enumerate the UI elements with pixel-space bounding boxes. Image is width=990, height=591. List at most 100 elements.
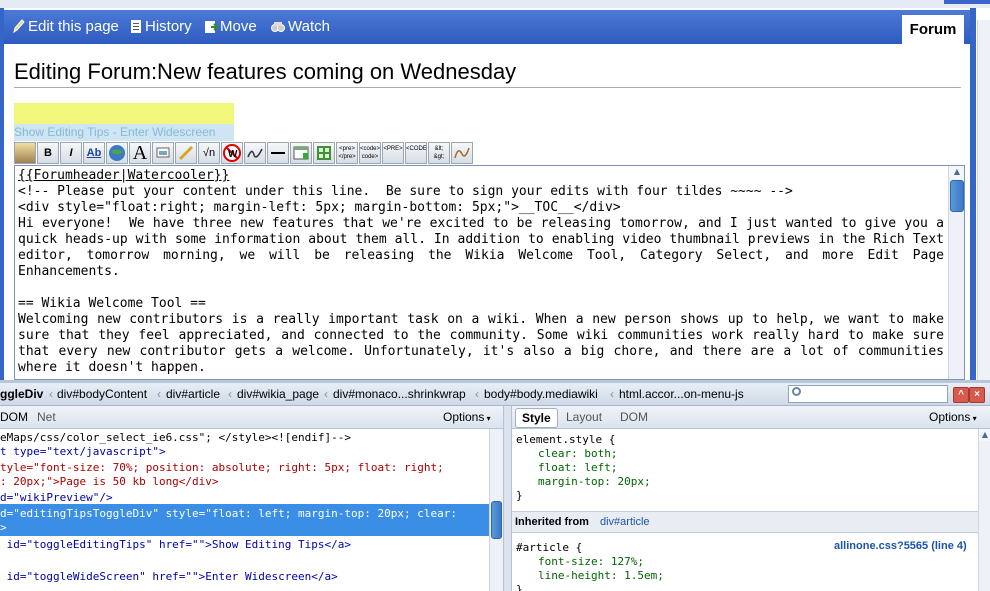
css-brace: } <box>516 489 523 502</box>
breadcrumb-item[interactable]: ggleDiv <box>0 383 43 405</box>
html-line: > <box>0 521 7 534</box>
page-right-border <box>970 8 976 380</box>
html-line[interactable]: : 20px;">Page is 50 kb long</div> <box>0 475 489 489</box>
inherited-link[interactable]: div#article <box>600 512 650 532</box>
scrollbar-thumb[interactable] <box>950 180 964 212</box>
internal-link-button[interactable]: Ab <box>83 142 105 164</box>
watch-label: Watch <box>288 18 330 35</box>
math-formula-button[interactable]: √n <box>198 142 220 164</box>
editor-content[interactable]: {{Forumheader|Watercooler}} <!-- Please p… <box>18 168 944 376</box>
search-input[interactable] <box>788 385 948 403</box>
page-scrollbar[interactable] <box>977 20 990 380</box>
css-selector: element.style { <box>516 433 616 446</box>
scrollbar-thumb[interactable] <box>491 501 502 539</box>
external-link-icon[interactable] <box>106 142 128 164</box>
media-link-icon[interactable] <box>175 142 197 164</box>
italic-button[interactable]: I <box>60 142 82 164</box>
scroll-up-icon[interactable]: ▲ <box>949 166 964 178</box>
editor-line: Hi everyone! We have three new features … <box>18 216 944 279</box>
breadcrumb-item[interactable]: div#bodyContent <box>57 383 147 405</box>
chevron-left-icon: ‹ <box>228 387 232 401</box>
editor-scrollbar[interactable]: ▲ <box>948 166 964 379</box>
html-line[interactable]: tyle="font-size: 70%; position: absolute… <box>0 461 489 475</box>
breadcrumb-item[interactable]: div#article <box>166 383 220 405</box>
html-line[interactable]: id="toggleEditingTips" href="">Show Edit… <box>0 538 489 552</box>
scroll-up-icon[interactable]: ▲ <box>979 429 990 441</box>
highlighted-tips-toggle <box>14 103 234 125</box>
bold-button[interactable]: B <box>37 142 59 164</box>
tab-dom-right[interactable]: DOM <box>620 406 648 428</box>
inherited-label: Inherited from <box>515 516 589 528</box>
gallery-icon[interactable] <box>313 142 335 164</box>
history-link[interactable]: History <box>129 18 192 36</box>
html-tree[interactable]: eMaps/css/color_select_ie6.css"; </style… <box>0 429 489 591</box>
svg-text:W: W <box>228 149 238 160</box>
editor-line: == Wikia Welcome Tool == <box>18 296 206 311</box>
watch-icon <box>271 22 285 32</box>
code-button[interactable]: <code> code> <box>359 142 381 164</box>
css-property[interactable]: line-height: 1.5em; <box>538 569 664 583</box>
pre-alt-button[interactable]: <PRE> <box>382 142 404 164</box>
breadcrumb-item[interactable]: body#body.mediawiki <box>484 383 598 405</box>
chevron-down-icon: ▾ <box>484 414 491 423</box>
selected-html-node[interactable]: d="editingTipsToggleDiv" style="float: l… <box>0 504 489 536</box>
tab-layout[interactable]: Layout <box>566 406 602 428</box>
image-gallery-icon[interactable] <box>14 142 36 164</box>
chevron-left-icon: ‹ <box>610 387 614 401</box>
embedded-file-icon[interactable] <box>152 142 174 164</box>
firebug-panel: ggleDiv ‹ div#bodyContent ‹ div#article … <box>0 380 990 591</box>
html-line[interactable]: t type="text/javascript"> <box>0 445 489 459</box>
signature-icon[interactable] <box>244 142 266 164</box>
css-property[interactable]: font-size: 127%; <box>538 555 644 569</box>
minimize-icon[interactable]: ^ <box>953 387 969 403</box>
tab-forum[interactable]: Forum <box>902 15 964 44</box>
editing-tips-toggle[interactable]: Show Editing Tips - Enter Widescreen <box>14 124 234 141</box>
options-menu[interactable]: Options ▾ <box>929 406 977 430</box>
tab-net[interactable]: Net <box>37 406 56 428</box>
page-actions-bar: Edit this page History Move Watch <box>4 10 970 44</box>
breadcrumb-item[interactable]: div#monaco...shrinkwrap <box>333 383 466 405</box>
page-left-border <box>0 8 4 380</box>
editor-line: <!-- Please put your content under this … <box>18 184 793 199</box>
html-scrollbar[interactable] <box>489 429 503 591</box>
style-panel: Style Layout DOM Options ▾ element.style… <box>512 406 990 591</box>
pre-button[interactable]: <pre> </pre> <box>336 142 358 164</box>
css-source-link[interactable]: allinone.css?5565 (line 4) <box>834 539 967 553</box>
move-icon <box>205 21 218 33</box>
nowiki-icon[interactable]: W <box>221 142 243 164</box>
editor-line: {{Forumheader|Watercooler}} <box>18 168 230 183</box>
insert-table-icon[interactable] <box>290 142 312 164</box>
panel-divider[interactable] <box>503 406 512 591</box>
html-panel: DOM Net Options ▾ eMaps/css/color_select… <box>0 406 503 591</box>
html-line[interactable]: id="toggleWideScreen" href="">Enter Wide… <box>0 570 489 584</box>
css-property[interactable]: margin-top: 20px; <box>538 475 651 489</box>
code-alt-button[interactable]: <CODE> <box>405 142 427 164</box>
breadcrumb-item[interactable]: html.accor...on-menu-js <box>619 383 744 405</box>
move-link[interactable]: Move <box>204 18 257 36</box>
html-line[interactable]: eMaps/css/color_select_ie6.css"; </style… <box>0 431 489 445</box>
right-tab-bar: Style Layout DOM Options ▾ <box>512 406 990 429</box>
css-property[interactable]: float: left; <box>538 461 617 475</box>
heading-button[interactable]: A <box>129 142 151 164</box>
options-menu[interactable]: Options ▾ <box>443 406 491 430</box>
page-title: Editing Forum:New features coming on Wed… <box>14 59 517 84</box>
signature-alt-icon[interactable] <box>451 142 473 164</box>
css-brace: } <box>516 583 523 591</box>
close-icon[interactable]: × <box>969 387 985 403</box>
tab-style[interactable]: Style <box>515 408 558 428</box>
history-icon <box>131 20 141 33</box>
edit-page-link[interactable]: Edit this page <box>12 18 119 36</box>
search-icon <box>792 387 801 396</box>
horizontal-line-icon[interactable] <box>267 142 289 164</box>
chevron-left-icon: ‹ <box>475 387 479 401</box>
left-tab-bar: DOM Net Options ▾ <box>0 406 503 429</box>
css-property[interactable]: clear: both; <box>538 447 617 461</box>
tab-dom[interactable]: DOM <box>0 406 28 428</box>
css-scrollbar[interactable]: ▲ <box>978 429 990 591</box>
watch-link[interactable]: Watch <box>270 18 330 36</box>
breadcrumb-item[interactable]: div#wikia_page <box>237 383 319 405</box>
pencil-icon <box>13 19 25 34</box>
wikitext-editor[interactable]: {{Forumheader|Watercooler}} <!-- Please p… <box>14 165 965 380</box>
html-line[interactable]: d="wikiPreview"/> <box>0 491 489 505</box>
entities-button[interactable]: &lt; &gt; <box>428 142 450 164</box>
